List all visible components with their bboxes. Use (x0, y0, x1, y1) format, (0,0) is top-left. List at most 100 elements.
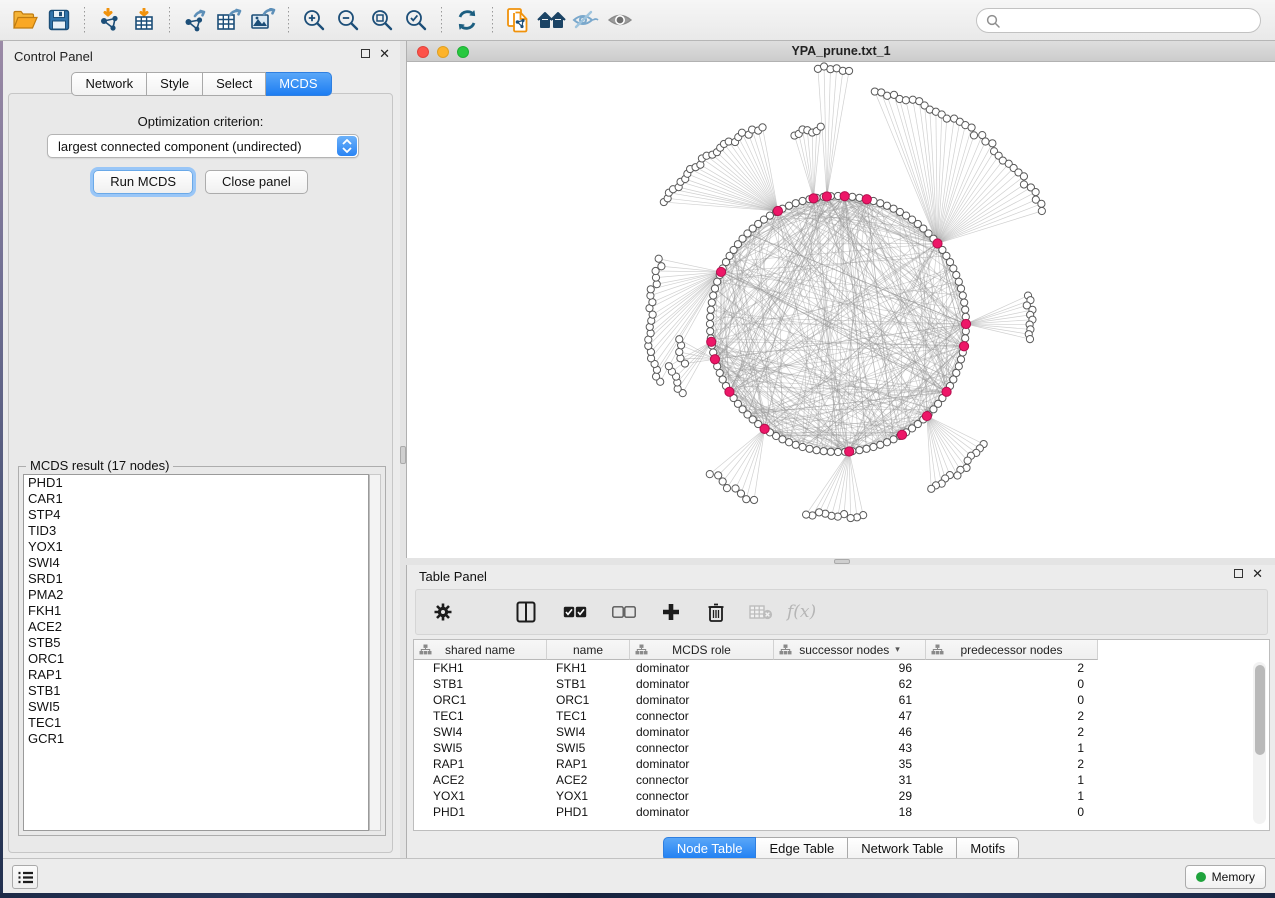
mcds-result-item[interactable]: RAP1 (24, 667, 368, 683)
cell-successor-nodes[interactable]: 29 (774, 788, 926, 804)
network-node[interactable] (849, 193, 856, 200)
network-node[interactable] (707, 313, 714, 320)
cell-successor-nodes[interactable]: 47 (774, 708, 926, 724)
network-node[interactable] (652, 373, 659, 380)
import-table-icon[interactable] (127, 4, 161, 36)
cell-successor-nodes[interactable]: 43 (774, 740, 926, 756)
tab-mcds[interactable]: MCDS (266, 72, 331, 96)
close-panel-icon[interactable]: ✕ (379, 49, 390, 58)
mcds-result-item[interactable]: ORC1 (24, 651, 368, 667)
cell-shared-name[interactable]: PHD1 (414, 804, 547, 820)
network-node[interactable] (743, 496, 750, 503)
network-node[interactable] (962, 335, 969, 342)
dominator-node[interactable] (862, 195, 871, 204)
cell-predecessor-nodes[interactable]: 0 (926, 676, 1098, 692)
cell-shared-name[interactable]: ORC1 (414, 692, 547, 708)
dominator-node[interactable] (707, 337, 716, 346)
network-node[interactable] (957, 356, 964, 363)
mcds-result-item[interactable]: SWI4 (24, 555, 368, 571)
cell-successor-nodes[interactable]: 35 (774, 756, 926, 772)
mcds-result-item[interactable]: CAR1 (24, 491, 368, 507)
tab-style[interactable]: Style (147, 72, 203, 96)
dominator-node[interactable] (959, 342, 968, 351)
mcds-result-item[interactable]: STP4 (24, 507, 368, 523)
network-node[interactable] (884, 92, 891, 99)
cell-MCDS-role[interactable]: dominator (630, 724, 774, 740)
dominator-node[interactable] (725, 387, 734, 396)
network-node[interactable] (1026, 336, 1033, 343)
add-column-icon[interactable] (658, 599, 684, 625)
tab-network[interactable]: Network (71, 72, 147, 96)
network-node[interactable] (863, 445, 870, 452)
mcds-result-item[interactable]: STB5 (24, 635, 368, 651)
column-header-shared-name[interactable]: shared name (414, 640, 547, 660)
dominator-node[interactable] (840, 192, 849, 201)
table-options-gear-icon[interactable] (430, 599, 456, 625)
network-node[interactable] (803, 511, 810, 518)
first-neighbors-icon[interactable] (535, 4, 569, 36)
cell-name[interactable]: FKH1 (547, 660, 630, 676)
network-node[interactable] (750, 496, 757, 503)
zoom-in-icon[interactable] (297, 4, 331, 36)
cell-name[interactable]: STB1 (547, 676, 630, 692)
network-node[interactable] (928, 485, 935, 492)
float-panel-icon[interactable] (361, 49, 370, 58)
network-node[interactable] (847, 514, 854, 521)
task-history-button[interactable] (12, 865, 38, 889)
cell-shared-name[interactable]: FKH1 (414, 660, 547, 676)
network-node[interactable] (665, 363, 672, 370)
network-node[interactable] (676, 336, 683, 343)
refresh-view-icon[interactable] (450, 4, 484, 36)
mcds-result-item[interactable]: SWI5 (24, 699, 368, 715)
network-node[interactable] (816, 509, 823, 516)
network-node[interactable] (962, 306, 969, 313)
save-session-icon[interactable] (42, 4, 76, 36)
export-table-icon[interactable] (212, 4, 246, 36)
mcds-result-list[interactable]: PHD1CAR1STP4TID3YOX1SWI4SRD1PMA2FKH1ACE2… (23, 474, 369, 831)
dominator-node[interactable] (845, 447, 854, 456)
network-node[interactable] (708, 299, 715, 306)
network-node[interactable] (707, 328, 714, 335)
network-node[interactable] (647, 286, 654, 293)
table-row[interactable]: FKH1FKH1dominator962 (414, 660, 1098, 676)
cell-shared-name[interactable]: SWI4 (414, 724, 547, 740)
cell-successor-nodes[interactable]: 96 (774, 660, 926, 676)
network-node[interactable] (716, 369, 723, 376)
zoom-out-icon[interactable] (331, 4, 365, 36)
cell-MCDS-role[interactable]: connector (630, 788, 774, 804)
cell-name[interactable]: SWI5 (547, 740, 630, 756)
cell-MCDS-role[interactable]: connector (630, 740, 774, 756)
dominator-node[interactable] (809, 194, 818, 203)
network-node[interactable] (799, 197, 806, 204)
network-node[interactable] (1038, 207, 1045, 214)
network-node[interactable] (968, 124, 975, 131)
mcds-result-item[interactable]: STB1 (24, 683, 368, 699)
network-node[interactable] (813, 447, 820, 454)
network-node[interactable] (883, 439, 890, 446)
network-node[interactable] (943, 115, 950, 122)
scrollbar-thumb[interactable] (1255, 665, 1265, 755)
cell-successor-nodes[interactable]: 62 (774, 676, 926, 692)
network-node[interactable] (970, 132, 977, 139)
network-node[interactable] (658, 263, 665, 270)
table-row[interactable]: SWI4SWI4dominator462 (414, 724, 1098, 740)
network-node[interactable] (817, 123, 824, 130)
open-file-icon[interactable] (8, 4, 42, 36)
mcds-result-item[interactable]: TID3 (24, 523, 368, 539)
mcds-result-item[interactable]: ACE2 (24, 619, 368, 635)
cell-successor-nodes[interactable]: 18 (774, 804, 926, 820)
dominator-node[interactable] (942, 387, 951, 396)
unselect-all-columns-icon[interactable] (611, 599, 637, 625)
network-node[interactable] (845, 67, 852, 74)
network-node[interactable] (953, 271, 960, 278)
table-row[interactable]: PHD1PHD1dominator180 (414, 804, 1098, 820)
cell-name[interactable]: ACE2 (547, 772, 630, 788)
dominator-node[interactable] (822, 192, 831, 201)
cell-name[interactable]: PHD1 (547, 804, 630, 820)
network-node[interactable] (1032, 188, 1039, 195)
dominator-node[interactable] (716, 267, 725, 276)
network-node[interactable] (706, 471, 713, 478)
network-node[interactable] (827, 448, 834, 455)
network-node[interactable] (1020, 181, 1027, 188)
cell-name[interactable]: YOX1 (547, 788, 630, 804)
